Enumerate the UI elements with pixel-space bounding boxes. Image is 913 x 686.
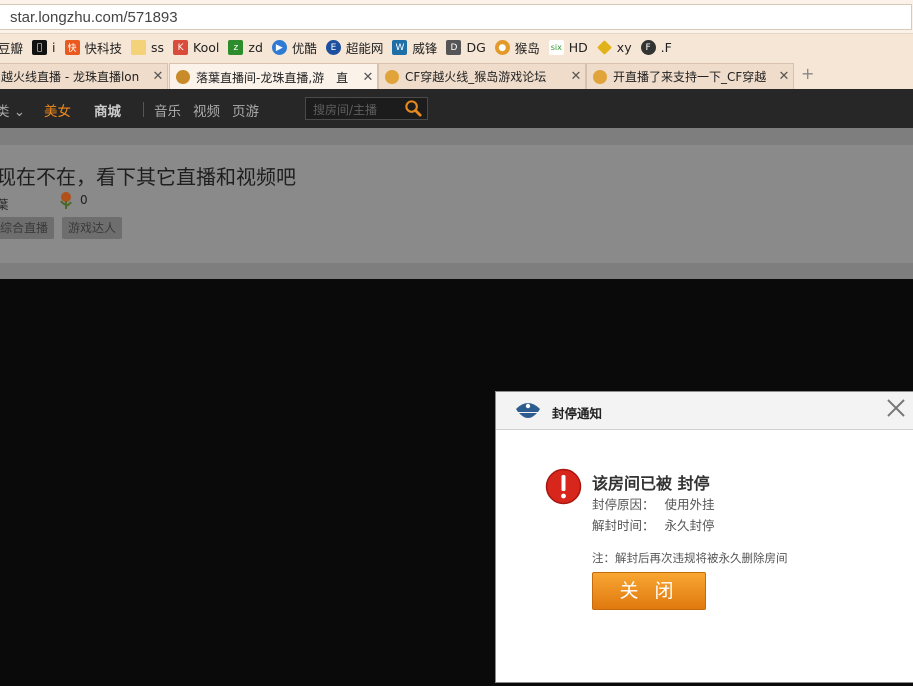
bookmark-douban[interactable]: 豆瓣 — [0, 37, 23, 59]
bookmark-hd[interactable]: six HD — [548, 37, 588, 59]
bookmark-zd-label: zd — [248, 40, 263, 55]
ban-reason-row: 封停原因： 使用外挂 — [592, 494, 715, 513]
bookmark-ss-label: ss — [151, 40, 165, 55]
new-tab-button[interactable]: + — [801, 64, 814, 83]
warning-icon — [545, 468, 582, 505]
nav-category[interactable]: 类 ⌄ — [0, 100, 25, 120]
tab-title: 落葉直播间-龙珠直播,游 直 — [196, 70, 349, 85]
dialog-header: 封停通知 — [496, 392, 913, 430]
close-icon[interactable]: ✕ — [149, 69, 167, 84]
ban-heading: 该房间已被 封停 — [592, 474, 710, 493]
room-info-panel: 现在不在，看下其它直播和视频吧 葉 0 综合直播 游戏达人 — [0, 145, 913, 263]
tab-title: 开直播了来支持一下_CF穿越 — [613, 70, 767, 84]
close-icon[interactable] — [885, 397, 907, 419]
bookmark-douban-label: 豆瓣 — [0, 41, 24, 56]
unban-time-row: 解封时间： 永久封停 — [592, 515, 715, 534]
nav-beauty[interactable]: 美女 — [44, 100, 71, 120]
dialog-title: 封停通知 — [552, 406, 603, 421]
tab-title: 越火线直播 - 龙珠直播lon — [1, 70, 140, 84]
url-text[interactable]: star.longzhu.com/571893 — [10, 9, 178, 26]
address-bar: star.longzhu.com/571893 — [0, 0, 913, 34]
bookmark-houdao-label: 猴岛 — [514, 41, 540, 56]
ban-reason-value: 使用外挂 — [664, 497, 715, 512]
close-icon[interactable]: ✕ — [775, 69, 793, 84]
close-icon[interactable]: ✕ — [567, 69, 585, 84]
bookmark-f[interactable]: F .F — [640, 37, 672, 59]
tag-general-live[interactable]: 综合直播 — [0, 217, 55, 239]
bookmark-apple[interactable]: i — [32, 37, 56, 59]
bookmark-f-label: .F — [660, 40, 672, 55]
bookmark-apple-label: i — [52, 40, 56, 55]
monkey-icon — [385, 69, 399, 84]
unban-time-label: 解封时间： — [592, 518, 655, 533]
chevron-down-icon: ⌄ — [9, 104, 26, 120]
nav-divider — [143, 102, 144, 117]
room-header: 现在不在，看下其它直播和视频吧 葉 0 综合直播 游戏达人 — [0, 128, 913, 279]
url-field[interactable]: star.longzhu.com/571893 — [0, 4, 912, 30]
bookmark-xy[interactable]: xy — [596, 37, 632, 59]
close-icon[interactable]: ✕ — [359, 70, 377, 85]
flower-count: 0 — [80, 193, 88, 207]
bookmark-dg-label: DG — [466, 40, 486, 55]
bookmark-xy-label: xy — [616, 40, 632, 55]
bookmark-youku[interactable]: ▶ 优酷 — [271, 37, 317, 59]
monkey-icon — [176, 70, 190, 84]
bookmark-ss[interactable]: ss — [131, 37, 164, 59]
offline-title: 现在不在，看下其它直播和视频吧 — [0, 165, 296, 189]
search-icon[interactable] — [404, 99, 423, 118]
room-owner[interactable]: 葉 — [0, 194, 9, 213]
ban-reason-label: 封停原因： — [592, 497, 655, 512]
tab-title: CF穿越火线_猴岛游戏论坛 — [405, 70, 547, 84]
tab-houdao-forum[interactable]: CF穿越火线_猴岛游戏论坛 ✕ — [378, 63, 586, 89]
bookmark-kool-label: Kool — [193, 40, 220, 55]
youku-icon: ▶ — [271, 40, 287, 55]
nav-mall[interactable]: 商城 — [94, 100, 121, 120]
bookmark-weiphone-label: 威锋 — [412, 41, 438, 56]
monkey-icon — [593, 69, 607, 84]
bookmark-zd[interactable]: z zd — [228, 37, 263, 59]
bookmark-kkj[interactable]: 快快科技 — [64, 37, 123, 59]
search-input[interactable]: 搜房间/主播 — [305, 97, 428, 120]
bookmark-kool[interactable]: K Kool — [173, 37, 219, 59]
dg-icon: D — [446, 40, 462, 55]
nav-video[interactable]: 视频 — [193, 100, 220, 120]
tab-strip: 越火线直播 - 龙珠直播lon ✕ 落葉直播间-龙珠直播,游 直 ✕ CF穿越火… — [0, 61, 913, 90]
bookmark-kkj-label: 快科技 — [84, 41, 123, 56]
police-icon — [516, 403, 540, 418]
ban-note: 注：解封后再次违规将被永久删除房间 — [592, 551, 788, 565]
tab-luoye-room[interactable]: 落葉直播间-龙珠直播,游 直 ✕ — [169, 63, 378, 90]
houdao-icon: ● — [494, 40, 510, 55]
nav-webgame[interactable]: 页游 — [232, 100, 259, 120]
search-placeholder: 搜房间/主播 — [313, 103, 378, 117]
unban-time-value: 永久封停 — [664, 518, 715, 533]
flower-icon — [60, 192, 72, 209]
close-button[interactable]: 关 闭 — [592, 572, 706, 610]
kool-icon: K — [173, 40, 189, 55]
folder-icon — [131, 40, 147, 55]
expreview-icon: E — [325, 40, 341, 55]
xy-icon — [596, 40, 612, 55]
nav-music[interactable]: 音乐 — [154, 100, 181, 120]
tab-longzhu-cf[interactable]: 越火线直播 - 龙珠直播lon ✕ — [0, 63, 168, 89]
bookmark-dg[interactable]: D DG — [446, 37, 486, 59]
site-nav: 类 ⌄ 美女 商城 音乐 视频 页游 — [0, 89, 913, 128]
tag-gamer[interactable]: 游戏达人 — [62, 217, 123, 239]
bookmark-expreview[interactable]: E 超能网 — [325, 37, 384, 59]
zd-icon: z — [228, 40, 244, 55]
bookmark-houdao[interactable]: ● 猴岛 — [494, 37, 540, 59]
bookmark-youku-label: 优酷 — [291, 41, 317, 56]
nav-category-label: 类 — [0, 104, 10, 120]
f-icon: F — [640, 40, 656, 55]
apple-icon:  — [32, 40, 48, 55]
bookmark-weiphone[interactable]: W 威锋 — [392, 37, 437, 59]
hd-icon: six — [548, 40, 564, 55]
tab-support[interactable]: 开直播了来支持一下_CF穿越 ✕ — [586, 63, 794, 89]
weiphone-icon: W — [392, 40, 408, 55]
bookmarks-bar: 豆瓣 i 快快科技 ss KKool zzd ▶优酷 E超能网 W威锋 DDG… — [0, 34, 913, 61]
kkj-icon: 快 — [64, 40, 80, 55]
bookmark-hd-label: HD — [568, 40, 588, 55]
bookmark-expreview-label: 超能网 — [345, 41, 384, 56]
ban-notice-dialog: 封停通知 该房间已被 封停 封停原因： 使用外挂 解封时间： 永久封停 注：解封… — [495, 391, 913, 683]
